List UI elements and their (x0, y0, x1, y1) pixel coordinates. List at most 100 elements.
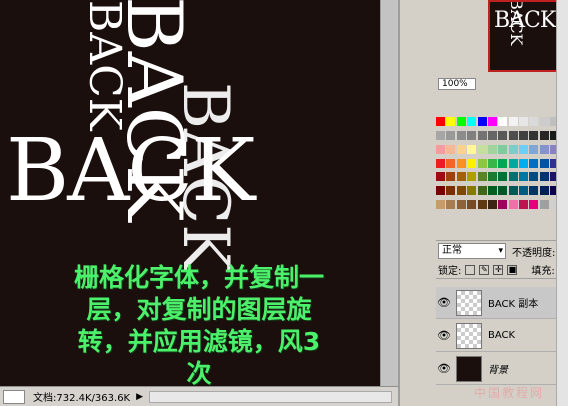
panel-scrollbar[interactable] (556, 0, 568, 406)
color-swatch[interactable] (467, 186, 477, 196)
color-swatch[interactable] (487, 117, 497, 126)
color-swatch[interactable] (456, 158, 466, 168)
color-swatch[interactable] (436, 172, 445, 182)
color-swatch[interactable] (487, 172, 497, 182)
document-size-text: 文档:732.4K/363.6K (33, 393, 131, 404)
color-swatch[interactable] (487, 200, 497, 210)
color-swatch[interactable] (539, 186, 549, 196)
color-swatch[interactable] (487, 130, 497, 140)
color-swatch[interactable] (467, 158, 477, 168)
color-swatch[interactable] (446, 130, 456, 140)
color-swatch[interactable] (467, 144, 477, 154)
layer-row[interactable]: 👁 BACK 副本 (436, 287, 568, 319)
color-swatch[interactable] (529, 117, 539, 126)
horizontal-scrollbar[interactable] (149, 390, 392, 403)
color-swatch[interactable] (436, 117, 445, 126)
lock-move-icon[interactable]: ✛ (493, 264, 504, 275)
color-swatch[interactable] (519, 144, 529, 154)
color-swatch[interactable] (519, 186, 529, 196)
color-swatch[interactable] (498, 130, 508, 140)
color-swatch[interactable] (477, 186, 487, 196)
color-swatch[interactable] (456, 172, 466, 182)
color-swatch[interactable] (508, 200, 518, 210)
status-menu-arrow-icon[interactable]: ▶ (136, 392, 143, 402)
color-swatch[interactable] (487, 158, 497, 168)
color-swatch[interactable] (519, 200, 529, 210)
photoshop-window: BACK BACK BACK BACK 栅格化字体，并复制一 层，对复制的图层旋… (0, 0, 568, 406)
color-swatch[interactable] (477, 200, 487, 210)
color-swatch[interactable] (529, 186, 539, 196)
color-swatch[interactable] (498, 144, 508, 154)
navigator-zoom-input[interactable]: 100% (438, 78, 476, 90)
color-swatch[interactable] (508, 144, 518, 154)
color-swatch[interactable] (529, 158, 539, 168)
navigator-thumb-rotated-text: BACK (507, 0, 526, 46)
color-swatch[interactable] (477, 130, 487, 140)
color-swatch[interactable] (508, 117, 518, 126)
color-swatch[interactable] (467, 200, 477, 210)
color-swatch[interactable] (436, 186, 445, 196)
color-swatch[interactable] (456, 117, 466, 126)
color-swatch[interactable] (498, 200, 508, 210)
color-swatch[interactable] (477, 117, 487, 126)
color-swatch[interactable] (467, 172, 477, 182)
color-swatch[interactable] (519, 117, 529, 126)
color-swatch[interactable] (467, 130, 477, 140)
lock-brush-icon[interactable]: ✎ (479, 264, 490, 275)
color-swatch[interactable] (498, 172, 508, 182)
color-swatch[interactable] (456, 130, 466, 140)
visibility-eye-icon[interactable]: 👁 (436, 296, 452, 309)
blend-mode-select[interactable]: 正常 (438, 243, 506, 259)
color-swatch[interactable] (456, 200, 466, 210)
color-swatch[interactable] (446, 117, 456, 126)
color-swatch[interactable] (539, 200, 549, 210)
color-swatch[interactable] (519, 130, 529, 140)
swatches-panel (436, 117, 568, 213)
color-swatch[interactable] (519, 158, 529, 168)
color-swatch[interactable] (477, 144, 487, 154)
color-swatch[interactable] (456, 186, 466, 196)
document-area: BACK BACK BACK BACK 栅格化字体，并复制一 层，对复制的图层旋… (0, 0, 398, 406)
color-swatch[interactable] (436, 200, 445, 210)
color-swatch[interactable] (508, 186, 518, 196)
zoom-field[interactable] (3, 389, 25, 404)
watermark-text: 中国教程网 (474, 386, 545, 400)
color-swatch[interactable] (456, 144, 466, 154)
color-swatch[interactable] (477, 172, 487, 182)
color-swatch[interactable] (498, 186, 508, 196)
color-swatch[interactable] (487, 186, 497, 196)
color-swatch[interactable] (446, 144, 456, 154)
layer-row[interactable]: 👁 BACK (436, 320, 568, 352)
color-swatch[interactable] (508, 158, 518, 168)
color-swatch[interactable] (539, 144, 549, 154)
color-swatch[interactable] (539, 117, 549, 126)
color-swatch[interactable] (467, 117, 477, 126)
color-swatch[interactable] (529, 172, 539, 182)
color-swatch[interactable] (529, 130, 539, 140)
color-swatch[interactable] (487, 144, 497, 154)
navigator-thumbnail[interactable]: BACK BACK (488, 0, 558, 72)
color-swatch[interactable] (498, 158, 508, 168)
color-swatch[interactable] (539, 158, 549, 168)
color-swatch[interactable] (539, 172, 549, 182)
color-swatch[interactable] (519, 172, 529, 182)
layer-row[interactable]: 👁 背景 (436, 353, 568, 385)
color-swatch[interactable] (446, 200, 456, 210)
color-swatch[interactable] (477, 158, 487, 168)
color-swatch[interactable] (446, 172, 456, 182)
color-swatch[interactable] (436, 130, 445, 140)
color-swatch[interactable] (529, 144, 539, 154)
color-swatch[interactable] (436, 158, 445, 168)
color-swatch[interactable] (508, 172, 518, 182)
color-swatch[interactable] (436, 144, 445, 154)
color-swatch[interactable] (498, 117, 508, 126)
visibility-eye-icon[interactable]: 👁 (436, 362, 452, 375)
color-swatch[interactable] (508, 130, 518, 140)
color-swatch[interactable] (539, 130, 549, 140)
color-swatch[interactable] (446, 186, 456, 196)
visibility-eye-icon[interactable]: 👁 (436, 329, 452, 342)
lock-all-icon[interactable]: ■ (507, 264, 518, 275)
color-swatch[interactable] (529, 200, 539, 210)
lock-transparency-icon[interactable] (465, 264, 476, 275)
color-swatch[interactable] (446, 158, 456, 168)
